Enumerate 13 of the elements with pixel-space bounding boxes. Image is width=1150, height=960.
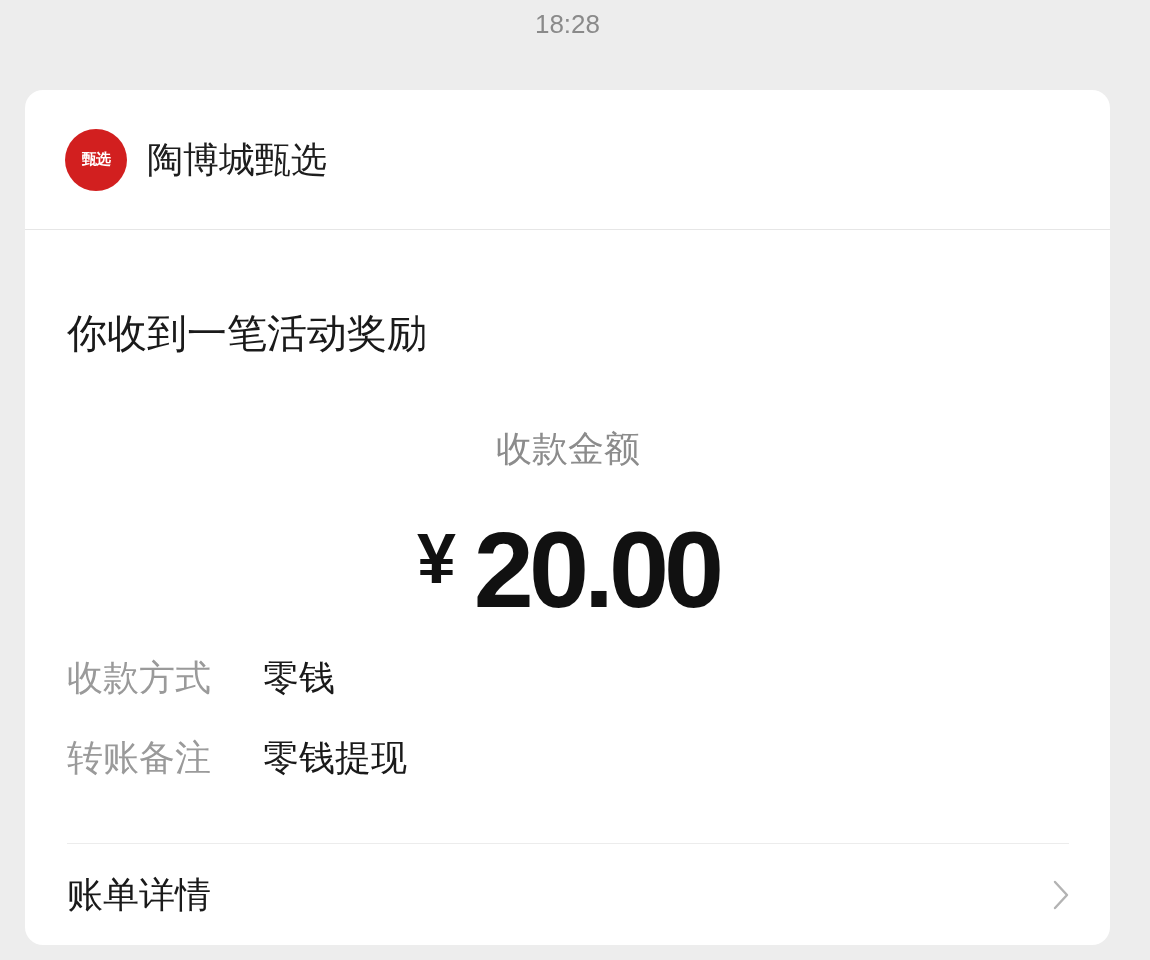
chevron-right-icon bbox=[1053, 879, 1069, 910]
amount-value: 20.00 bbox=[473, 516, 720, 624]
detail-value: 零钱提现 bbox=[263, 736, 407, 780]
detail-value: 零钱 bbox=[263, 656, 335, 700]
detail-label: 转账备注 bbox=[67, 736, 212, 780]
currency-symbol: ¥ bbox=[416, 524, 456, 594]
detail-label: 收款方式 bbox=[67, 656, 212, 700]
message-time: 18:28 bbox=[534, 8, 601, 41]
bill-details-link[interactable]: 账单详情 bbox=[67, 843, 1069, 945]
amount-label: 收款金额 bbox=[496, 427, 640, 471]
merchant-logo: 甄选 bbox=[65, 128, 127, 191]
notification-title: 你收到一笔活动奖励 bbox=[67, 309, 428, 358]
merchant-name: 陶博城甄选 bbox=[147, 137, 327, 182]
